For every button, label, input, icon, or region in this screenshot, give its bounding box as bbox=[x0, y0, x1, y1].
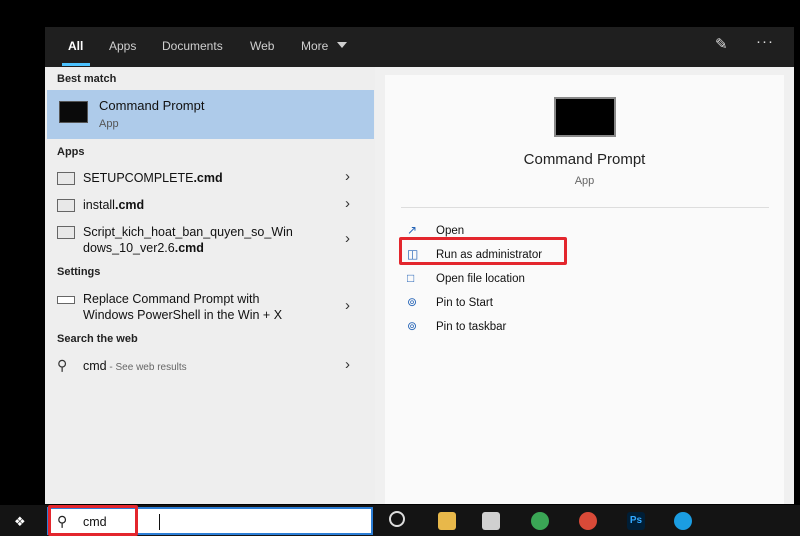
search-icon: ⚲ bbox=[57, 357, 68, 373]
section-search-web: Search the web bbox=[57, 333, 138, 345]
list-item[interactable]: SETUPCOMPLETE.cmd › bbox=[45, 167, 375, 191]
chrome-alt-icon[interactable] bbox=[579, 512, 597, 530]
app-grid-icon[interactable] bbox=[482, 512, 500, 530]
app-name: SETUPCOMPLETE bbox=[83, 171, 194, 185]
section-best-match: Best match bbox=[57, 73, 117, 85]
app-name-line2: dows_10_ver2.6 bbox=[83, 241, 175, 255]
setting-line1: Replace Command Prompt with bbox=[83, 292, 260, 306]
app-ext: .cmd bbox=[193, 171, 223, 185]
text-caret bbox=[159, 514, 160, 530]
list-item[interactable]: install.cmd › bbox=[45, 194, 375, 218]
cmd-file-icon bbox=[57, 172, 75, 185]
list-item[interactable]: Script_kich_hoat_ban_quyen_so_Win dows_10… bbox=[45, 222, 375, 258]
windows-start-icon[interactable]: ❖ bbox=[14, 514, 26, 530]
settings-icon bbox=[57, 296, 75, 304]
detail-title: Command Prompt bbox=[523, 151, 646, 168]
folder-icon: □ bbox=[407, 271, 415, 285]
results-pane: Best match Command Prompt App Apps SETUP… bbox=[45, 67, 375, 504]
photoshop-icon[interactable]: Ps bbox=[627, 512, 645, 530]
best-match-item[interactable]: Command Prompt App bbox=[47, 90, 374, 139]
tab-more[interactable]: More bbox=[301, 39, 328, 53]
app-ext: .cmd bbox=[174, 241, 204, 255]
feedback-icon[interactable]: ✎ bbox=[715, 35, 728, 53]
list-item[interactable]: Replace Command Prompt with Windows Power… bbox=[45, 289, 375, 325]
chevron-right-icon[interactable]: › bbox=[345, 297, 350, 314]
pin-icon: ⊚ bbox=[407, 319, 418, 333]
best-match-title: Command Prompt bbox=[99, 98, 205, 113]
cmd-file-icon bbox=[57, 199, 75, 212]
search-window: All Apps Documents Web More ✎ ··· Best m… bbox=[45, 27, 794, 504]
open-icon: ↗ bbox=[407, 223, 418, 237]
cmd-file-icon bbox=[57, 226, 75, 239]
web-query: cmd bbox=[83, 359, 107, 373]
app-ext: .cmd bbox=[114, 198, 145, 212]
best-match-subtitle: App bbox=[99, 118, 119, 130]
divider bbox=[401, 207, 769, 208]
highlight-run-as-admin bbox=[399, 237, 567, 265]
app-name: install bbox=[83, 198, 115, 212]
search-topbar: All Apps Documents Web More ✎ ··· bbox=[45, 27, 794, 67]
chevron-right-icon[interactable]: › bbox=[345, 356, 350, 373]
chevron-down-icon[interactable] bbox=[337, 42, 347, 48]
detail-pane: Command Prompt App ↗ Open ◫ Run as admin… bbox=[385, 75, 784, 504]
chevron-right-icon[interactable]: › bbox=[345, 168, 350, 185]
app-name-line1: Script_kich_hoat_ban_quyen_so_Win bbox=[83, 225, 293, 239]
section-apps: Apps bbox=[57, 146, 85, 158]
chevron-right-icon[interactable]: › bbox=[345, 195, 350, 212]
chrome-icon[interactable] bbox=[531, 512, 549, 530]
list-item[interactable]: ⚲ cmd - See web results › bbox=[45, 355, 375, 379]
task-view-icon[interactable] bbox=[389, 511, 405, 527]
pin-icon: ⊚ bbox=[407, 295, 418, 309]
tab-all[interactable]: All bbox=[68, 39, 83, 53]
setting-line2: Windows PowerShell in the Win + X bbox=[83, 308, 283, 322]
tab-all-underline bbox=[62, 63, 90, 66]
detail-type: App bbox=[574, 175, 595, 187]
tab-apps[interactable]: Apps bbox=[109, 39, 136, 53]
command-prompt-icon bbox=[59, 101, 88, 123]
file-explorer-icon[interactable] bbox=[438, 512, 456, 530]
more-options-icon[interactable]: ··· bbox=[756, 33, 774, 50]
command-prompt-icon bbox=[554, 97, 616, 137]
tab-documents[interactable]: Documents bbox=[162, 39, 223, 53]
highlight-search-box bbox=[48, 505, 138, 536]
web-note: - See web results bbox=[106, 362, 187, 373]
section-settings: Settings bbox=[57, 266, 101, 278]
tab-web[interactable]: Web bbox=[250, 39, 274, 53]
edge-icon[interactable] bbox=[674, 512, 692, 530]
chevron-right-icon[interactable]: › bbox=[345, 230, 350, 247]
